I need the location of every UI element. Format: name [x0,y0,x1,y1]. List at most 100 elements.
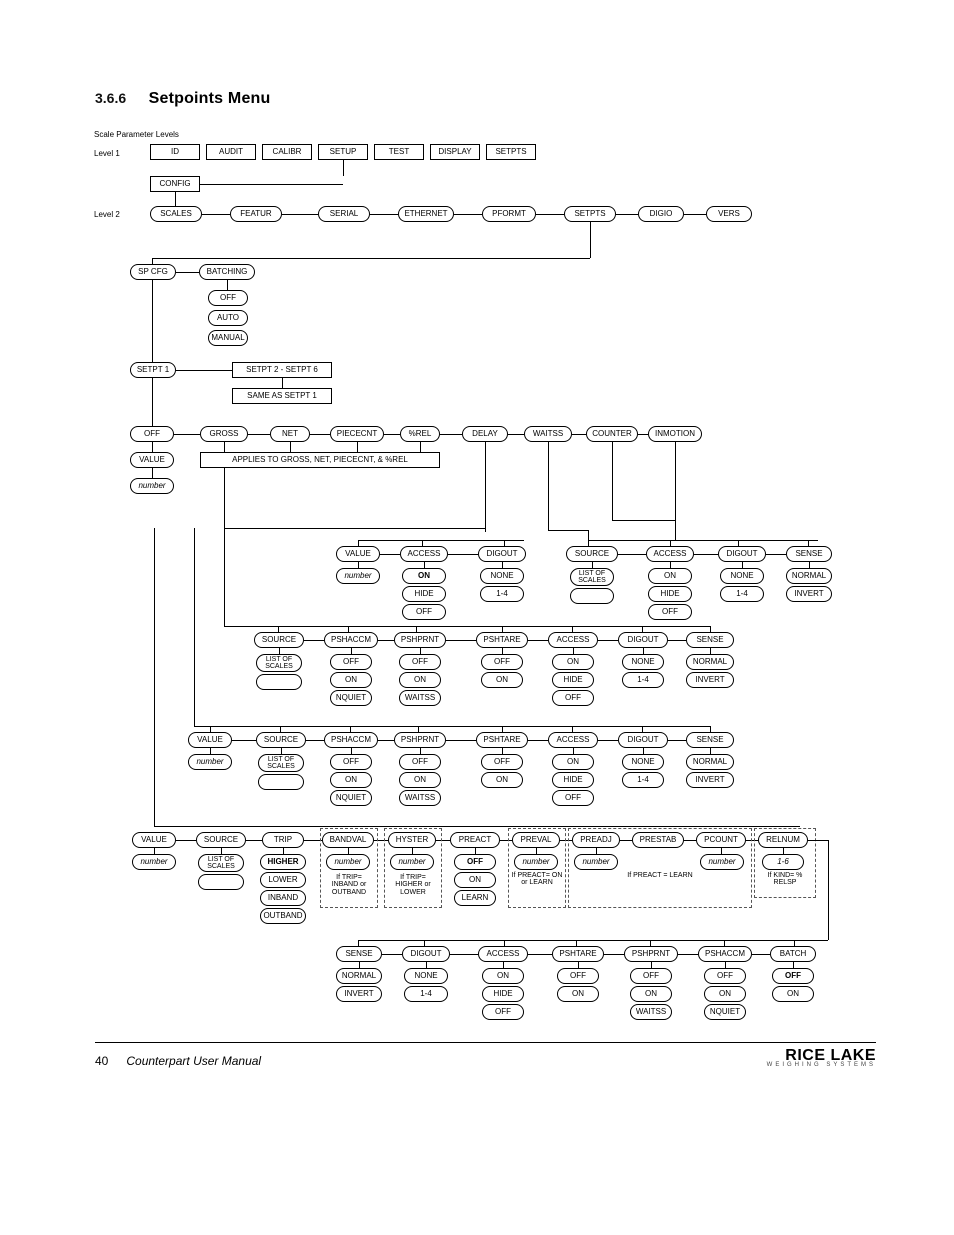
gD-pcount-num: number [700,854,744,870]
kind-piececnt: PIECECNT [330,426,384,442]
gD-preact-learn: LEARN [454,890,496,906]
gB-access-hide: HIDE [552,672,594,688]
menu-diagram: Scale Parameter Levels Level 1 ID AUDIT … [90,122,860,1062]
gB-digout: DIGOUT [618,632,668,648]
gD-relnum-16: 1-6 [762,854,804,870]
gC-sense-invert: INVERT [686,772,734,788]
gE-sense-invert: INVERT [336,986,382,1002]
gB-digout-none: NONE [622,654,664,670]
gC-pshaccm-nquiet: NQUIET [330,790,372,806]
kind-off: OFF [130,426,174,442]
level2-label: Level 2 [94,210,120,219]
if-preact-learn: If PREACT = LEARN [620,872,700,879]
gB-access: ACCESS [548,632,598,648]
gB-pshaccm-nquiet: NQUIET [330,690,372,706]
gB-source-blank [256,674,302,690]
gB-pshprnt-on: ON [399,672,441,688]
gE-access: ACCESS [478,946,528,962]
gC-value-num: number [188,754,232,770]
gB-pshaccm-on: ON [330,672,372,688]
gE-digout: DIGOUT [402,946,450,962]
scale-param-levels-label: Scale Parameter Levels [94,130,179,139]
applies-note: APPLIES TO GROSS, NET, PIECECNT, & %REL [200,452,440,468]
l2-scales: SCALES [150,206,202,222]
gA2-sense-invert: INVERT [786,586,832,602]
gD-preact-on: ON [454,872,496,888]
kind-gross: GROSS [200,426,248,442]
gA-access-on: ON [402,568,446,584]
level1-CALIBR: CALIBR [262,144,312,160]
gA2-source-blank [570,588,614,604]
gE-pshtare-on: ON [557,986,599,1002]
gA2-digout: DIGOUT [718,546,766,562]
gC-access: ACCESS [548,732,598,748]
gA-value-num: number [336,568,380,584]
gC-access-hide: HIDE [552,772,594,788]
gE-sense-normal: NORMAL [336,968,382,984]
kind-net: NET [270,426,310,442]
gC-sense-normal: NORMAL [686,754,734,770]
gE-digout-none: NONE [404,968,448,984]
gA2-access: ACCESS [646,546,694,562]
level1-AUDIT: AUDIT [206,144,256,160]
gC-pshaccm-off: OFF [330,754,372,770]
gE-pshaccm-on: ON [704,986,746,1002]
gC-digout: DIGOUT [618,732,668,748]
level1-ID: ID [150,144,200,160]
gE-access-off: OFF [482,1004,524,1020]
batch-auto: AUTO [208,310,248,326]
gA-value: VALUE [336,546,380,562]
kind-inmotion: INMOTION [648,426,702,442]
level1-label: Level 1 [94,149,120,158]
doc-title: Counterpart User Manual [126,1054,261,1068]
gD-trip-inband: INBAND [260,890,306,906]
gA2-digout-14: 1-4 [720,586,764,602]
gD-source: SOURCE [196,832,246,848]
brand-sub: WEIGHING SYSTEMS [767,1063,876,1068]
gE-access-on: ON [482,968,524,984]
gC-pshtare-off: OFF [481,754,523,770]
gA2-access-off: OFF [648,604,692,620]
gB-source-list: LIST OF SCALES [256,654,302,672]
gA-digout-none: NONE [480,568,524,584]
brand-main: RICE LAKE [767,1049,876,1063]
kind-counter: COUNTER [586,426,638,442]
gA2-access-hide: HIDE [648,586,692,602]
gC-pshprnt-off: OFF [399,754,441,770]
l2-ethernet: ETHERNET [398,206,454,222]
gA-digout-14: 1-4 [480,586,524,602]
gD-trip-higher: HIGHER [260,854,306,870]
gC-sense: SENSE [686,732,734,748]
gD-trip-lower: LOWER [260,872,306,888]
gD-preadj-num: number [574,854,618,870]
gE-batch-off: OFF [772,968,814,984]
gC-pshtare: PSHTARE [476,732,528,748]
gA-access: ACCESS [400,546,448,562]
gE-sense: SENSE [336,946,382,962]
if-preact-on: If PREACT= ON or LEARN [510,872,564,887]
if-trip-inband: If TRIP= INBAND or OUTBAND [322,874,376,896]
gC-source-blank [258,774,304,790]
gB-access-off: OFF [552,690,594,706]
gC-value: VALUE [188,732,232,748]
footer: 40 Counterpart User Manual RICE LAKE WEI… [95,1042,876,1068]
gE-pshaccm: PSHACCM [698,946,752,962]
spcfg: SP CFG [130,264,176,280]
l2-pformt: PFORMT [482,206,536,222]
section-number: 3.6.6 [95,90,126,106]
batch-manual: MANUAL [208,330,248,346]
gE-pshaccm-nquiet: NQUIET [704,1004,746,1020]
level1-DISPLAY: DISPLAY [430,144,480,160]
gE-pshprnt-off: OFF [630,968,672,984]
gE-pshtare-off: OFF [557,968,599,984]
gA2-source: SOURCE [566,546,618,562]
gA2-sense-normal: NORMAL [786,568,832,584]
gB-access-on: ON [552,654,594,670]
gA-access-hide: HIDE [402,586,446,602]
gC-pshaccm: PSHACCM [324,732,378,748]
gC-source: SOURCE [256,732,306,748]
if-trip-higher: If TRIP= HIGHER or LOWER [386,874,440,896]
l2-featur: FEATUR [230,206,282,222]
gE-pshprnt-waitss: WAITSS [630,1004,672,1020]
batching: BATCHING [199,264,255,280]
